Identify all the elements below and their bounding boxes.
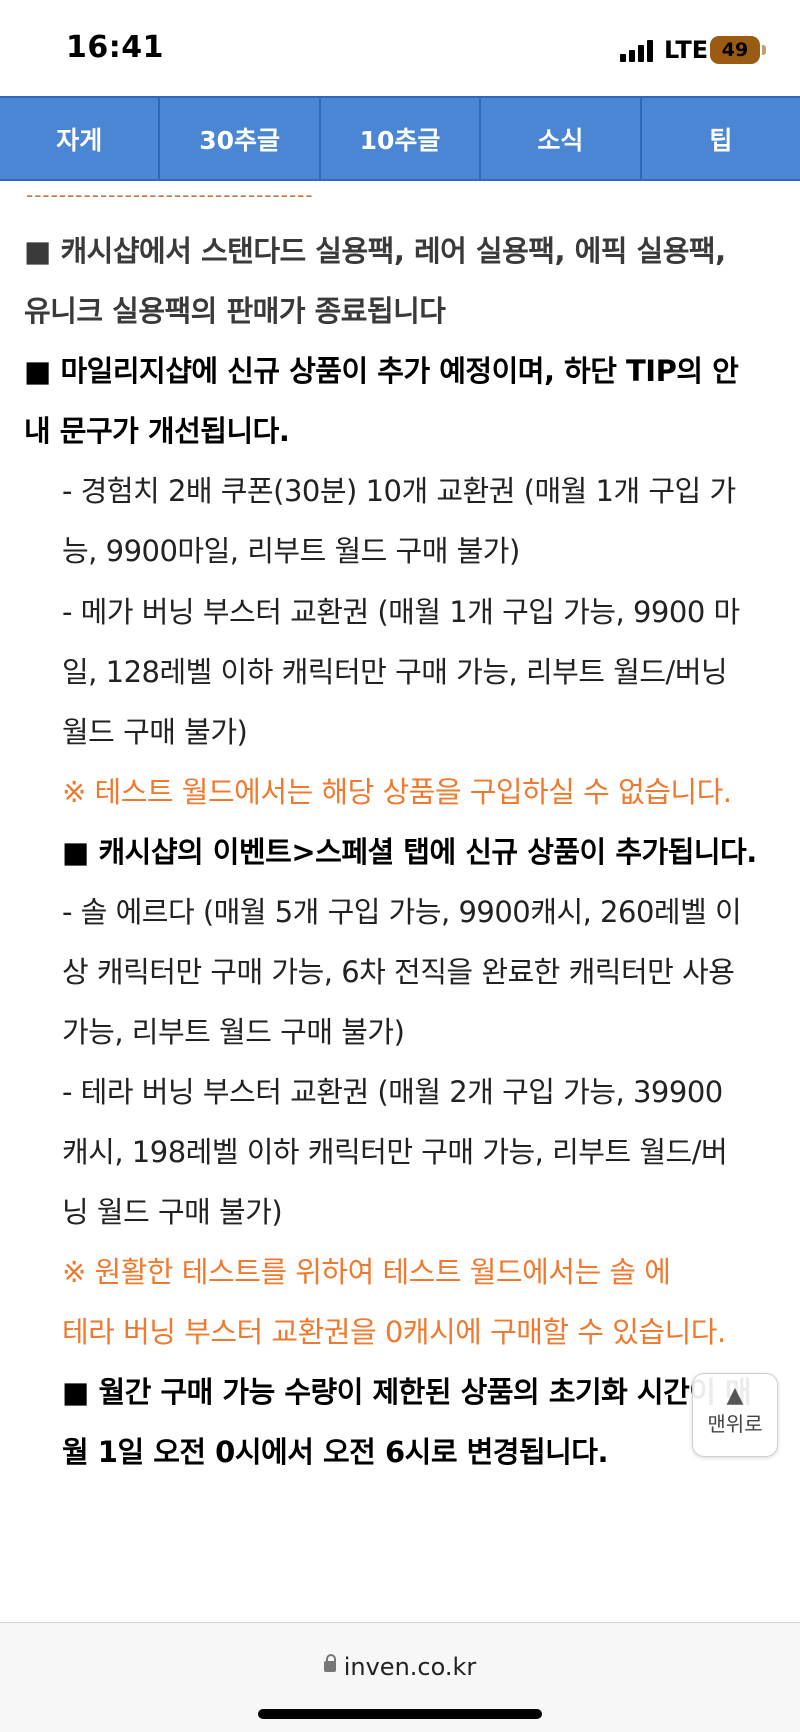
home-indicator[interactable] [258,1709,542,1719]
divider-line: ----------------------------------- [26,183,314,207]
tab-30-recommend[interactable]: 30추글 [160,98,321,179]
tab-tips[interactable]: 팁 [642,98,800,179]
status-bar: 16:41 LTE 49 [0,0,800,96]
notice-line: ■ 캐시샵에서 스탠다드 실용팩, 레어 실용팩, 에픽 실용팩, [24,234,726,268]
tab-news[interactable]: 소식 [481,98,642,179]
notice-line: ■ 마일리지샵에 신규 상품이 추가 예정이며, 하단 TIP의 안 [24,354,739,388]
notice-line: 테라 버닝 부스터 교환권을 0캐시에 구매할 수 있습니다. [62,1315,726,1349]
battery-level: 49 [721,39,749,61]
status-time: 16:41 [66,30,164,65]
notice-line: 능, 9900마일, 리부트 월드 구매 불가) [62,534,520,568]
notice-line: 월 1일 오전 0시에서 오전 6시로 변경됩니다. [62,1435,609,1469]
notice-line: 상 캐릭터만 구매 가능, 6차 전직을 완료한 캐릭터만 사용 [62,955,735,989]
arrow-up-icon: ▲ [726,1383,744,1408]
tab-10-recommend[interactable]: 10추글 [321,98,482,179]
notice-line: 일, 128레벨 이하 캐릭터만 구매 가능, 리부트 월드/버닝 [62,655,728,689]
notice-line: 가능, 리부트 월드 구매 불가) [62,1015,405,1049]
notice-line: ■ 캐시샵의 이벤트>스페셜 탭에 신규 상품이 추가됩니다. [62,835,757,869]
browser-address-bar[interactable]: inven.co.kr [0,1622,800,1732]
tab-free-board[interactable]: 자게 [0,98,161,179]
notice-line: - 테라 버닝 부스터 교환권 (매월 2개 구입 가능, 39900 [62,1075,723,1109]
scroll-to-top-button[interactable]: ▲ 맨위로 [692,1373,778,1457]
scroll-to-top-label: 맨위로 [707,1412,763,1436]
category-tab-bar: 자게 30추글 10추글 소식 팁 [0,96,800,181]
notice-line: - 메가 버닝 부스터 교환권 (매월 1개 구입 가능, 9900 마 [62,595,740,629]
notice-line: 닝 월드 구매 불가) [62,1195,283,1229]
battery-icon: 49 [710,36,760,64]
lock-icon [323,1653,336,1672]
notice-line: 캐시, 198레벨 이하 캐릭터만 구매 가능, 리부트 월드/버 [62,1135,728,1169]
notice-line: 내 문구가 개선됩니다. [24,414,290,448]
url-text: inven.co.kr [343,1653,477,1681]
network-type: LTE [664,36,709,64]
notice-line: - 경험치 2배 쿠폰(30분) 10개 교환권 (매월 1개 구입 가 [62,474,736,508]
article-content: ----------------------------------- ■ 캐시… [0,181,800,1621]
notice-line: ■ 월간 구매 가능 수량이 제한된 상품의 초기화 시간이 매 [62,1375,752,1409]
battery-tip [762,45,766,55]
notice-line: 유니크 실용팩의 판매가 종료됩니다 [24,294,446,328]
notice-line: 월드 구매 불가) [62,715,248,749]
notice-line: ※ 테스트 월드에서는 해당 상품을 구입하실 수 없습니다. [62,775,732,809]
notice-line: - 솔 에르다 (매월 5개 구입 가능, 9900캐시, 260레벨 이 [62,895,742,929]
cellular-signal-icon [620,38,654,62]
notice-line: ※ 원활한 테스트를 위하여 테스트 월드에서는 솔 에 [62,1255,671,1289]
url-display[interactable]: inven.co.kr [0,1653,800,1681]
